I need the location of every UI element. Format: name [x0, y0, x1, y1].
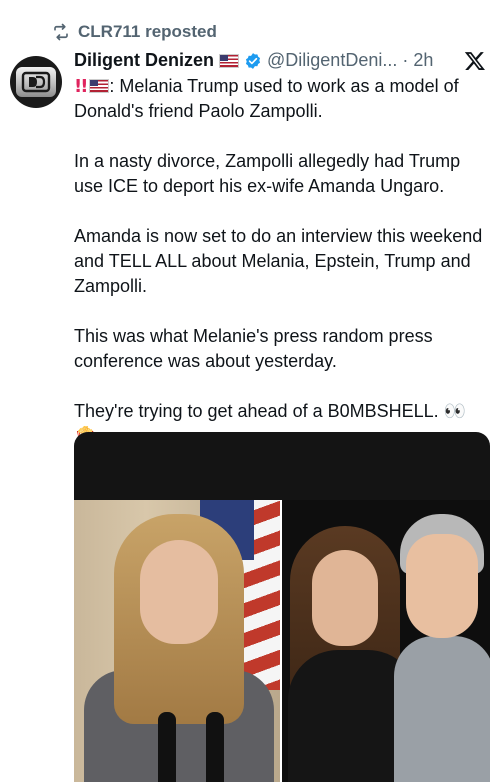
- watermark: imgflip.com: [6, 766, 71, 779]
- author-handle[interactable]: @DiligentDeni...: [267, 50, 397, 71]
- avatar-logo: [16, 67, 56, 97]
- repost-label: CLR711 reposted: [78, 22, 217, 41]
- post-text: !!: Melania Trump used to work as a mode…: [74, 74, 494, 449]
- repost-indicator: CLR711 reposted: [52, 22, 217, 42]
- photo-right: [282, 500, 490, 782]
- figure-shirt: [394, 636, 490, 782]
- header-separator: ·: [402, 50, 409, 70]
- us-flag-icon: [219, 53, 240, 68]
- post-media-image[interactable]: [74, 432, 490, 782]
- alert-flag-emoji: !!: [74, 76, 110, 97]
- post-paragraph-4: This was what Melanie's press random pre…: [74, 326, 433, 371]
- figure-face: [140, 540, 218, 644]
- figure-face: [312, 550, 378, 646]
- verified-badge-icon: [245, 52, 261, 69]
- x-logo-icon[interactable]: [464, 50, 486, 72]
- post-paragraph-3: Amanda is now set to do an interview thi…: [74, 226, 483, 296]
- post-timestamp[interactable]: 2h: [413, 50, 433, 71]
- post-paragraph-1: !!: Melania Trump used to work as a mode…: [74, 76, 459, 121]
- repost-icon: [54, 23, 68, 41]
- photo-left: [74, 500, 280, 782]
- post-header: Diligent Denizen @DiligentDeni... · 2h: [74, 50, 486, 71]
- avatar[interactable]: [10, 56, 62, 108]
- post-paragraph-2: In a nasty divorce, Zampolli allegedly h…: [74, 151, 461, 196]
- microphone-icon: [158, 712, 176, 782]
- microphone-icon: [206, 712, 224, 782]
- author-display-name[interactable]: Diligent Denizen: [74, 50, 214, 71]
- figure-face: [406, 534, 478, 638]
